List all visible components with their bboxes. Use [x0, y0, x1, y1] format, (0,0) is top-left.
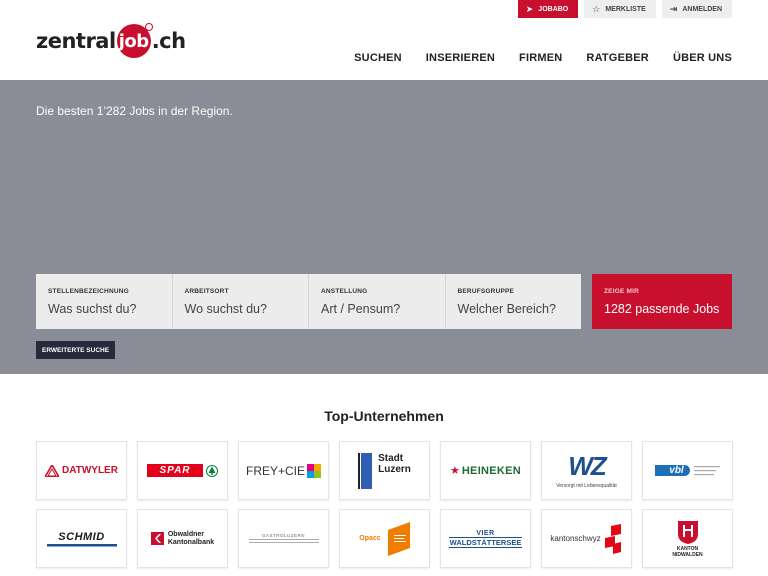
- company-card-opacc[interactable]: Opacc: [339, 509, 430, 568]
- vier-waldstaettersee-logo: VIER WALDSTÄTTERSEE: [448, 529, 523, 548]
- employment-label: ANSTELLUNG: [321, 288, 368, 295]
- main-nav: SUCHEN INSERIEREN FIRMEN RATGEBER ÜBER U…: [354, 52, 732, 64]
- nav-inserieren[interactable]: INSERIEREN: [426, 52, 495, 64]
- paper-plane-icon: ➤: [525, 3, 534, 14]
- logo-bubble: job: [116, 23, 153, 58]
- vbl-wordmark: vbl: [655, 465, 690, 476]
- vier-wordmark: VIER: [476, 529, 495, 537]
- company-card-gastroluzern[interactable]: GASTROLUZERN: [238, 509, 329, 568]
- opacc-logo: Opacc: [359, 521, 410, 556]
- kanton-nidwalden-logo: KANTON NIDWALDEN: [672, 520, 703, 558]
- logo-text-left: zentral: [36, 29, 116, 53]
- site-logo[interactable]: zentral job .ch: [36, 23, 186, 58]
- datwyler-wordmark: DATWYLER: [62, 465, 118, 476]
- kanton-schwyz-shape-icon: [604, 523, 621, 554]
- site-header: zentral job .ch ➤ JOBABO ☆ MERKLISTE ⇥ A…: [0, 0, 768, 80]
- company-card-vier-waldstaettersee[interactable]: VIER WALDSTÄTTERSEE: [440, 509, 531, 568]
- stadt-luzern-logo: Stadt Luzern: [358, 452, 411, 489]
- category-placeholder: Welcher Bereich?: [457, 302, 556, 316]
- wz-tagline: Versorgt mit Lebensqualität: [556, 482, 617, 489]
- company-card-kanton-nidwalden[interactable]: KANTON NIDWALDEN: [642, 509, 733, 568]
- nav-firmen[interactable]: FIRMEN: [519, 52, 562, 64]
- vbl-logo: vbl: [655, 465, 720, 477]
- luzern-wordmark: Luzern: [378, 463, 411, 475]
- okb-line1: Obwaldner: [167, 530, 205, 538]
- logo-text-right: .ch: [151, 29, 186, 53]
- location-label: ARBEITSORT: [184, 288, 229, 295]
- merkliste-button[interactable]: ☆ MERKLISTE: [584, 0, 656, 18]
- frey-cie-squares-icon: [307, 463, 321, 478]
- job-title-field[interactable]: STELLENBEZEICHNUNG Was suchst du?: [36, 274, 173, 329]
- opacc-shape-icon: [387, 521, 410, 556]
- company-card-wz[interactable]: WZ Versorgt mit Lebensqualität: [541, 441, 632, 500]
- employment-placeholder: Art / Pensum?: [321, 302, 401, 316]
- vbl-text-lines-icon: [693, 465, 720, 475]
- login-icon: ⇥: [669, 3, 678, 14]
- top-companies-title: Top-Unternehmen: [324, 408, 444, 424]
- show-jobs-count: 1282 passende Jobs: [604, 302, 720, 316]
- gastroluzern-logo: GASTROLUZERN: [248, 533, 319, 544]
- wz-wordmark: WZ: [568, 450, 606, 481]
- jobabo-button[interactable]: ➤ JOBABO: [517, 0, 579, 18]
- company-logo-grid: DATWYLER SPAR FREY+CIE Stadt Luzern ★ HE…: [36, 441, 733, 568]
- location-placeholder: Wo suchst du?: [184, 302, 267, 316]
- datwyler-mark-icon: [45, 464, 60, 477]
- okb-logo: Obwaldner Kantonalbank: [150, 530, 215, 547]
- company-card-datwyler[interactable]: DATWYLER: [36, 441, 127, 500]
- anmelden-label: ANMELDEN: [682, 5, 722, 13]
- job-title-placeholder: Was suchst du?: [48, 302, 137, 316]
- category-label: BERUFSGRUPPE: [457, 288, 515, 295]
- company-card-heineken[interactable]: ★ HEINEKEN: [440, 441, 531, 500]
- hero-section: Die besten 1’282 Jobs in der Region. STE…: [0, 80, 768, 374]
- merkliste-label: MERKLISTE: [605, 5, 646, 13]
- schmid-underline-icon: [46, 543, 117, 546]
- waldstaettersee-wordmark: WALDSTÄTTERSEE: [448, 536, 523, 548]
- company-card-obwaldner-kantonalbank[interactable]: Obwaldner Kantonalbank: [137, 509, 228, 568]
- opacc-wordmark: Opacc: [359, 535, 381, 542]
- employment-field[interactable]: ANSTELLUNG Art / Pensum?: [309, 274, 446, 329]
- gastroluzern-lines-icon: [248, 539, 319, 543]
- heineken-star-icon: ★: [449, 465, 460, 477]
- stadt-luzern-flag-icon: [358, 452, 373, 489]
- stadt-wordmark: Stadt: [378, 452, 404, 464]
- datwyler-logo: DATWYLER: [45, 464, 118, 477]
- anmelden-button[interactable]: ⇥ ANMELDEN: [661, 0, 732, 18]
- category-field[interactable]: BERUFSGRUPPE Welcher Bereich?: [445, 274, 581, 329]
- company-card-spar[interactable]: SPAR: [137, 441, 228, 500]
- top-actions: ➤ JOBABO ☆ MERKLISTE ⇥ ANMELDEN: [517, 0, 732, 18]
- heineken-wordmark: HEINEKEN: [461, 464, 522, 477]
- company-card-frey-cie[interactable]: FREY+CIE: [238, 441, 329, 500]
- kanton-schwyz-wordmark: kantonschwyz: [550, 534, 601, 543]
- show-jobs-label: ZEIGE MIR: [604, 288, 640, 295]
- spar-tree-icon: [205, 464, 218, 477]
- show-jobs-button[interactable]: ZEIGE MIR 1282 passende Jobs: [592, 274, 732, 329]
- company-card-vbl[interactable]: vbl: [642, 441, 733, 500]
- spar-wordmark: SPAR: [147, 464, 203, 477]
- okb-line2: Kantonalbank: [167, 538, 215, 546]
- frey-cie-logo: FREY+CIE: [245, 463, 321, 478]
- jobabo-label: JOBABO: [538, 5, 569, 13]
- location-field[interactable]: ARBEITSORT Wo suchst du?: [172, 274, 309, 329]
- company-card-schmid[interactable]: SCHMID: [36, 509, 127, 568]
- wz-logo: WZ Versorgt mit Lebensqualität: [556, 453, 617, 489]
- frey-cie-wordmark: FREY+CIE: [245, 463, 305, 478]
- kanton-schwyz-logo: kantonschwyz: [550, 523, 622, 554]
- spar-logo: SPAR: [147, 464, 218, 477]
- advanced-search-button[interactable]: ERWEITERTE SUCHE: [36, 341, 116, 359]
- nav-suchen[interactable]: SUCHEN: [354, 52, 402, 64]
- company-card-kanton-schwyz[interactable]: kantonschwyz: [541, 509, 632, 568]
- okb-k-icon: [150, 532, 164, 545]
- nidwalden-coat-of-arms-icon: [677, 520, 698, 544]
- schmid-logo: SCHMID: [46, 530, 117, 547]
- hero-title: Die besten 1’282 Jobs in der Region.: [36, 104, 233, 118]
- nidwalden-line2: NIDWALDEN: [672, 551, 703, 558]
- star-icon: ☆: [592, 3, 601, 14]
- nav-ueber-uns[interactable]: ÜBER UNS: [673, 52, 732, 64]
- job-title-label: STELLENBEZEICHNUNG: [48, 288, 129, 295]
- nav-ratgeber[interactable]: RATGEBER: [586, 52, 649, 64]
- heineken-logo: ★ HEINEKEN: [449, 464, 522, 478]
- schmid-wordmark: SCHMID: [58, 530, 105, 543]
- company-card-stadt-luzern[interactable]: Stadt Luzern: [339, 441, 430, 500]
